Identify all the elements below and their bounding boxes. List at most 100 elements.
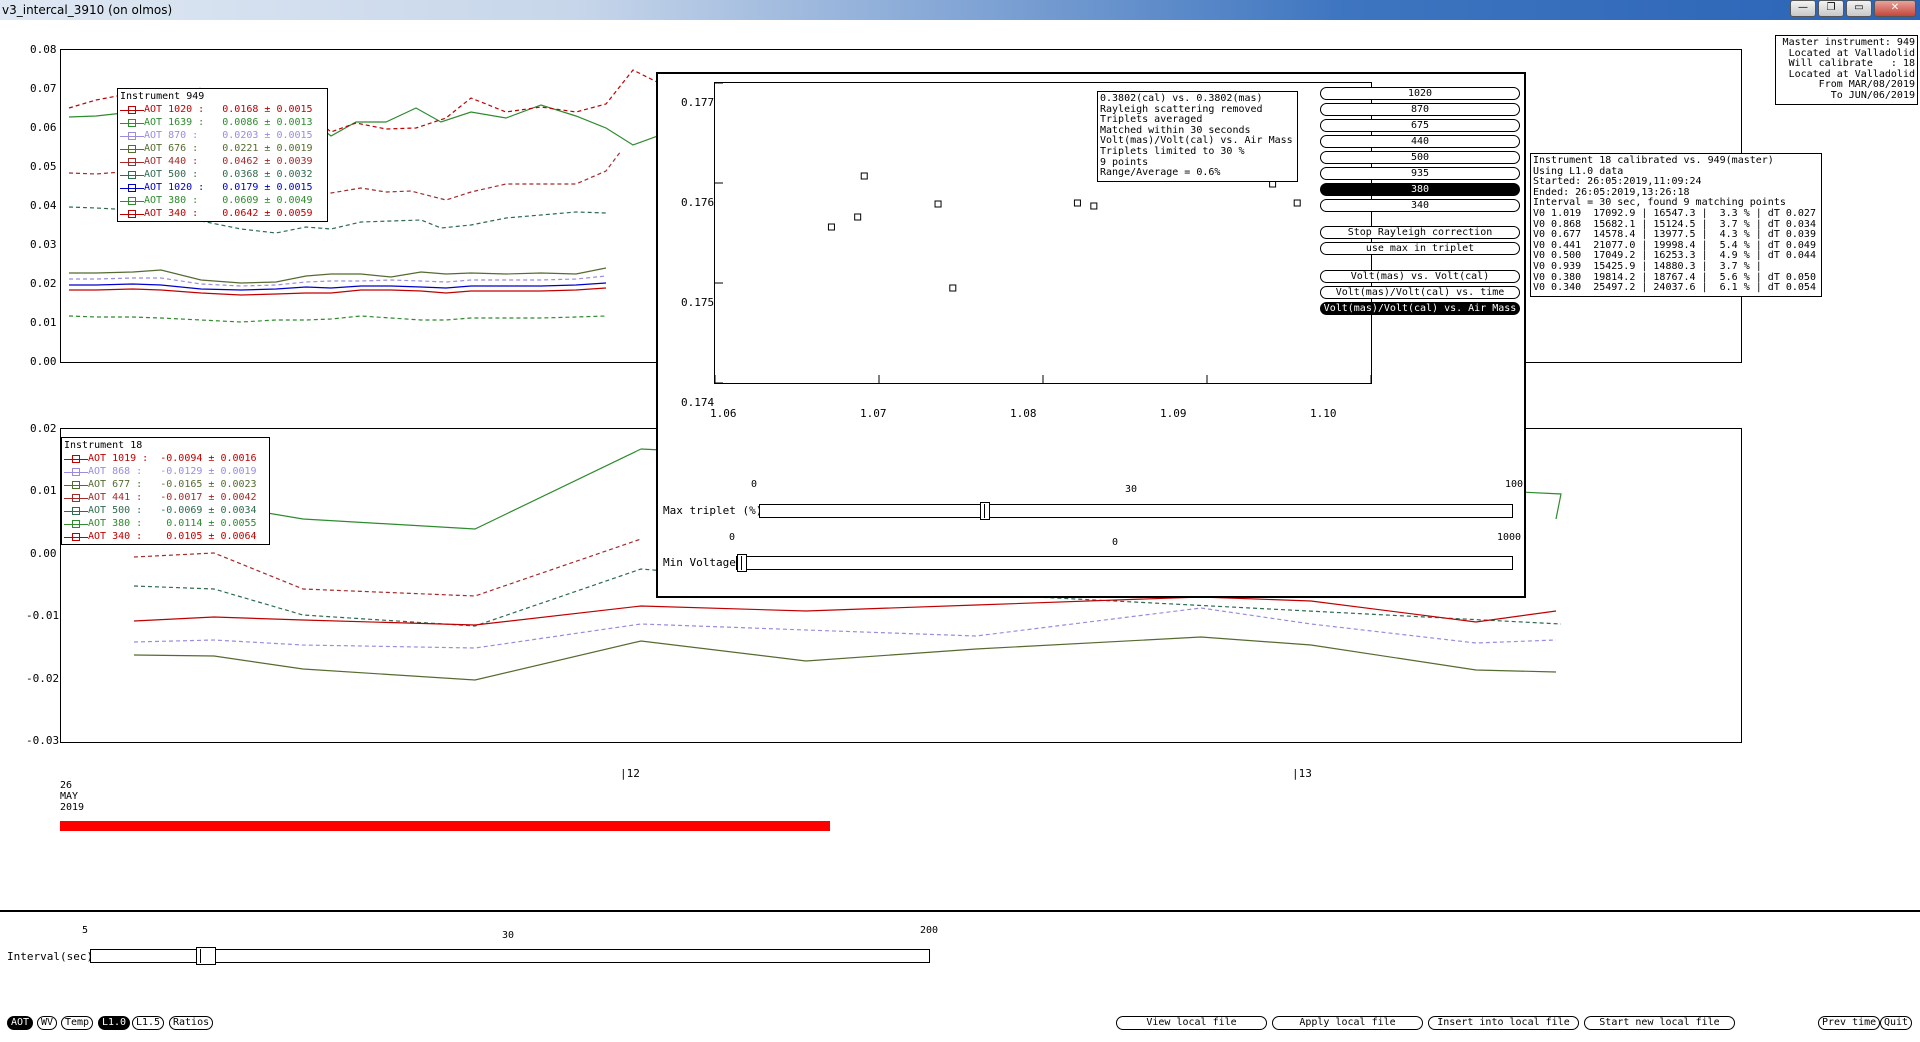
- scatter-point: [1269, 180, 1277, 188]
- window-title: v3_intercal_3910 (on olmos): [2, 3, 173, 17]
- bottom-ytick-3: -0.01: [26, 609, 60, 622]
- use-max-triplet-button[interactable]: use max in triplet: [1320, 242, 1520, 255]
- legend-marker-icon: [120, 105, 144, 115]
- master-info-box: Master instrument: 949 Located at Vallad…: [1775, 35, 1918, 105]
- minimize-icon[interactable]: —: [1790, 0, 1816, 17]
- interval-value-label: 30: [502, 930, 515, 941]
- wavelength-button-870[interactable]: 870: [1320, 103, 1520, 116]
- toggle-ratios[interactable]: Ratios: [169, 1016, 214, 1030]
- interval-slider[interactable]: [90, 949, 930, 963]
- window-controls: — ❐ ▭ ✕: [1790, 0, 1916, 17]
- top-ytick-5: 0.03: [30, 238, 57, 251]
- legend-item: AOT 677 : -0.0165 ± 0.0023: [64, 478, 267, 491]
- legend-marker-icon: [120, 118, 144, 128]
- x-hour-label-12: |12: [620, 767, 640, 780]
- wavelength-button-675[interactable]: 675: [1320, 119, 1520, 132]
- top-ytick-3: 0.05: [30, 160, 57, 173]
- toggle-wv[interactable]: WV: [37, 1016, 58, 1030]
- view-local-file-button[interactable]: View local file: [1116, 1016, 1267, 1030]
- bottom-legend-title: Instrument 18: [64, 440, 143, 451]
- max-triplet-value-label: 30: [1125, 484, 1138, 495]
- legend-item: AOT 1020 : 0.0168 ± 0.0015: [120, 103, 325, 116]
- scatter-point: [1293, 199, 1301, 207]
- volt-vs-volt-button[interactable]: Volt(mas) vs. Volt(cal): [1320, 270, 1520, 283]
- max-triplet-max-label: 100: [1505, 479, 1524, 490]
- scatter-point: [949, 284, 957, 292]
- legend-marker-icon: [64, 454, 88, 464]
- min-voltage-slider-thumb[interactable]: [737, 554, 747, 572]
- chart-ytick-0: 0.177: [681, 96, 715, 109]
- legend-marker-icon: [120, 144, 144, 154]
- top-ytick-1: 0.07: [30, 82, 57, 95]
- legend-item: AOT 868 : -0.0129 ± 0.0019: [64, 465, 267, 478]
- wavelength-button-340[interactable]: 340: [1320, 199, 1520, 212]
- stop-rayleigh-button[interactable]: Stop Rayleigh correction: [1320, 226, 1520, 239]
- toggle-l10[interactable]: L1.0: [98, 1016, 131, 1030]
- chart-xtick-0: 1.06: [710, 407, 737, 420]
- min-voltage-slider[interactable]: [736, 556, 1513, 570]
- wavelength-button-935[interactable]: 935: [1320, 167, 1520, 180]
- max-triplet-slider[interactable]: [759, 504, 1513, 518]
- calibration-results-box: Instrument 18 calibrated vs. 949(master)…: [1530, 153, 1822, 297]
- x-hour-label-13: |13: [1292, 767, 1312, 780]
- wavelength-button-500[interactable]: 500: [1320, 151, 1520, 164]
- start-local-file-button[interactable]: Start new local file: [1584, 1016, 1735, 1030]
- bottom-control-bar: 5 30 200 Interval(sec) AOT WV Temp L1.0 …: [0, 910, 1920, 1042]
- bottom-legend: Instrument 18 AOT 1019 : -0.0094 ± 0.001…: [61, 437, 270, 545]
- max-triplet-label: Max triplet (%): [663, 504, 763, 517]
- restore-icon[interactable]: ❐: [1818, 0, 1844, 17]
- quit-button[interactable]: Quit: [1880, 1016, 1913, 1030]
- top-ytick-2: 0.06: [30, 121, 57, 134]
- top-ytick-4: 0.04: [30, 199, 57, 212]
- scatter-point: [860, 172, 868, 180]
- volt-ratio-vs-time-button[interactable]: Volt(mas)/Volt(cal) vs. time: [1320, 286, 1520, 299]
- legend-item: AOT 676 : 0.0221 ± 0.0019: [120, 142, 325, 155]
- chart-xtick-4: 1.10: [1310, 407, 1337, 420]
- close-icon[interactable]: ✕: [1874, 0, 1916, 17]
- toggle-aot[interactable]: AOT: [7, 1016, 34, 1030]
- wavelength-button-440[interactable]: 440: [1320, 135, 1520, 148]
- top-legend-title: Instrument 949: [120, 91, 205, 102]
- max-triplet-min-label: 0: [751, 479, 758, 490]
- legend-marker-icon: [120, 170, 144, 180]
- legend-item: AOT 870 : 0.0203 ± 0.0015: [120, 129, 325, 142]
- legend-item: AOT 1639 : 0.0086 ± 0.0013: [120, 116, 325, 129]
- bottom-ytick-2: 0.00: [30, 547, 57, 560]
- wavelength-button-1020[interactable]: 1020: [1320, 87, 1520, 100]
- legend-item: AOT 441 : -0.0017 ± 0.0042: [64, 491, 267, 504]
- apply-local-file-button[interactable]: Apply local file: [1272, 1016, 1423, 1030]
- top-ytick-0: 0.08: [30, 43, 57, 56]
- interval-min-label: 5: [82, 925, 89, 936]
- wavelength-button-380[interactable]: 380: [1320, 183, 1520, 196]
- legend-marker-icon: [120, 131, 144, 141]
- legend-item: AOT 500 : 0.0368 ± 0.0032: [120, 168, 325, 181]
- chart-xtick-3: 1.09: [1160, 407, 1187, 420]
- prev-time-button[interactable]: Prev time: [1818, 1016, 1881, 1030]
- legend-marker-icon: [120, 157, 144, 167]
- toggle-l15[interactable]: L1.5: [132, 1016, 165, 1030]
- scatter-point: [934, 200, 942, 208]
- interval-max-label: 200: [920, 925, 939, 936]
- legend-item: AOT 1019 : -0.0094 ± 0.0016: [64, 452, 267, 465]
- scatter-point: [1073, 199, 1081, 207]
- legend-marker-icon: [64, 532, 88, 542]
- top-ytick-6: 0.02: [30, 277, 57, 290]
- chart-ytick-1: 0.176: [681, 196, 715, 209]
- max-triplet-slider-thumb[interactable]: [980, 502, 990, 520]
- insert-local-file-button[interactable]: Insert into local file: [1428, 1016, 1579, 1030]
- top-legend: Instrument 949 AOT 1020 : 0.0168 ± 0.001…: [117, 88, 328, 222]
- toggle-temp[interactable]: Temp: [61, 1016, 94, 1030]
- legend-item: AOT 440 : 0.0462 ± 0.0039: [120, 155, 325, 168]
- chart-info-box: 0.3802(cal) vs. 0.3802(mas) Rayleigh sca…: [1097, 91, 1298, 182]
- bottom-ytick-0: 0.02: [30, 422, 57, 435]
- legend-item: AOT 1020 : 0.0179 ± 0.0015: [120, 181, 325, 194]
- legend-marker-icon: [64, 480, 88, 490]
- volt-ratio-vs-airmass-button[interactable]: Volt(mas)/Volt(cal) vs. Air Mass: [1320, 302, 1520, 315]
- maximize-icon[interactable]: ▭: [1846, 0, 1872, 17]
- interval-slider-thumb[interactable]: [196, 947, 216, 965]
- min-voltage-value-label: 0: [1112, 537, 1119, 548]
- min-voltage-max-label: 1000: [1497, 532, 1522, 543]
- legend-marker-icon: [64, 519, 88, 529]
- legend-item: AOT 500 : -0.0069 ± 0.0034: [64, 504, 267, 517]
- scatter-point: [854, 213, 862, 221]
